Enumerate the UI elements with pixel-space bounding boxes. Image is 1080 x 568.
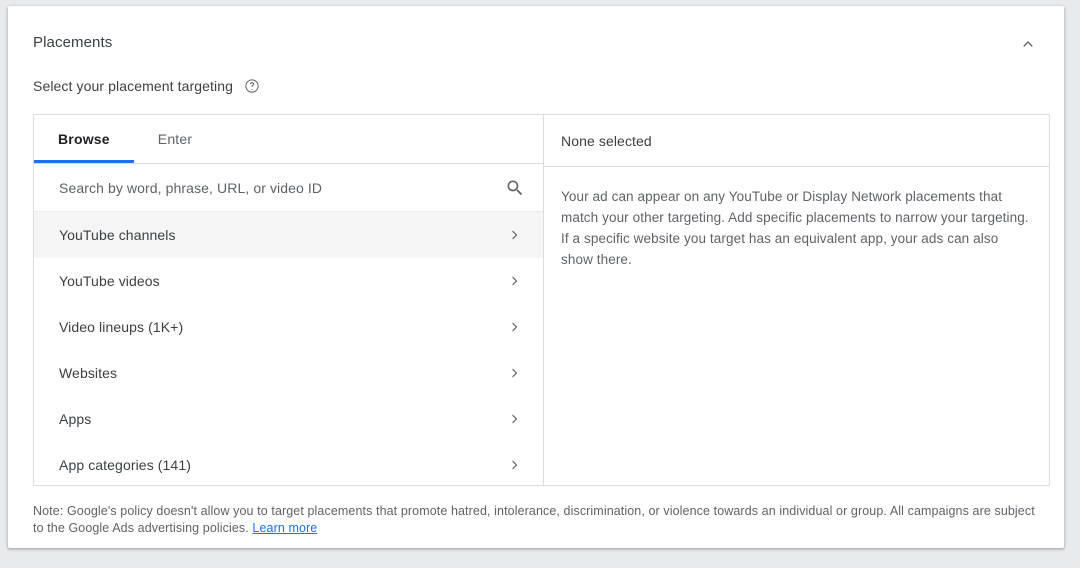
search-input[interactable] — [59, 180, 503, 196]
page-title: Placements — [33, 34, 112, 51]
placements-card: Placements Select your placement targeti… — [8, 6, 1064, 548]
list-item[interactable]: Websites — [34, 350, 543, 396]
chevron-right-icon — [503, 361, 527, 385]
list-item-label: Video lineups (1K+) — [59, 319, 503, 335]
list-item[interactable]: Apps — [34, 396, 543, 442]
help-circle-icon[interactable] — [244, 78, 260, 94]
chevron-right-icon — [503, 269, 527, 293]
browse-tabs: Browse Enter — [34, 115, 543, 164]
chevron-right-icon — [503, 315, 527, 339]
selection-panel-header: None selected — [544, 115, 1049, 167]
placements-panels: Browse Enter YouTube channels — [33, 114, 1050, 486]
list-item[interactable]: App categories (141) — [34, 442, 543, 485]
search-icon[interactable] — [503, 176, 527, 200]
chevron-right-icon — [503, 407, 527, 431]
list-item-label: YouTube videos — [59, 273, 503, 289]
chevron-up-icon — [1018, 34, 1038, 54]
subtitle-row: Select your placement targeting — [33, 78, 260, 94]
tab-browse[interactable]: Browse — [34, 115, 134, 163]
selection-description: Your ad can appear on any YouTube or Dis… — [561, 186, 1032, 270]
chevron-right-icon — [503, 453, 527, 477]
list-item[interactable]: YouTube channels — [34, 212, 543, 258]
selection-panel: None selected Your ad can appear on any … — [544, 115, 1049, 485]
list-item-label: Websites — [59, 365, 503, 381]
list-item-label: YouTube channels — [59, 227, 503, 243]
list-item-label: Apps — [59, 411, 503, 427]
collapse-section-button[interactable] — [1012, 28, 1044, 60]
browse-list: YouTube channels YouTube videos — [34, 212, 543, 485]
learn-more-link[interactable]: Learn more — [252, 521, 317, 535]
selection-status-label: None selected — [561, 133, 652, 149]
policy-note-text: Note: Google's policy doesn't allow you … — [33, 504, 1035, 535]
subtitle-label: Select your placement targeting — [33, 78, 233, 94]
card-header: Placements — [8, 6, 1064, 62]
chevron-right-icon — [503, 223, 527, 247]
policy-note: Note: Google's policy doesn't allow you … — [33, 503, 1045, 537]
list-item-label: App categories (141) — [59, 457, 503, 473]
search-row — [34, 164, 543, 212]
selection-panel-body: Your ad can appear on any YouTube or Dis… — [544, 167, 1049, 270]
tab-enter[interactable]: Enter — [134, 115, 216, 163]
list-item[interactable]: Video lineups (1K+) — [34, 304, 543, 350]
list-item[interactable]: YouTube videos — [34, 258, 543, 304]
browse-panel: Browse Enter YouTube channels — [34, 115, 544, 485]
